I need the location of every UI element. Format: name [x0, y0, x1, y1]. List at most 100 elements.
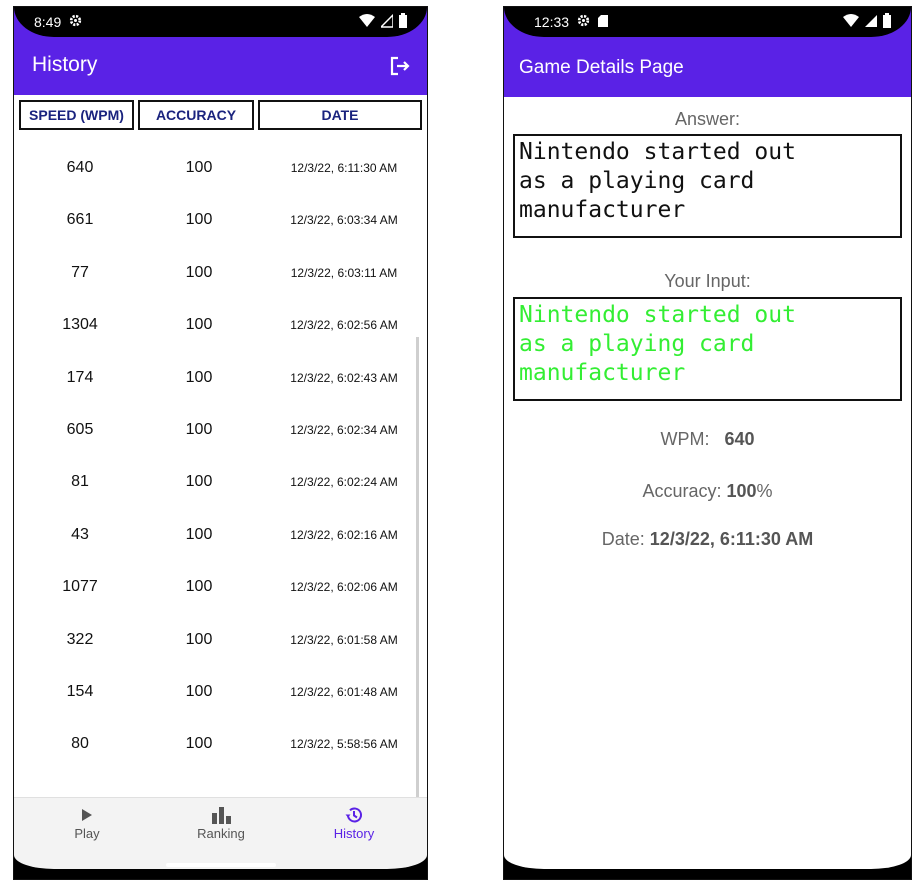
row-date: 12/3/22, 6:01:48 AM	[290, 685, 398, 699]
table-row[interactable]: 174 100 12/3/22, 6:02:43 AM	[14, 352, 427, 404]
game-details-screen: 12:33 Game Details Page Answer: Nintendo…	[503, 6, 912, 880]
date-label: Date:	[601, 529, 645, 549]
row-speed: 80	[71, 735, 89, 753]
row-date: 12/3/22, 6:03:11 AM	[290, 265, 398, 280]
table-row[interactable]: 80 100 12/3/22, 5:58:56 AM	[14, 718, 427, 770]
gesture-bar	[504, 855, 911, 879]
nav-play-label: Play	[74, 826, 100, 841]
row-speed: 81	[71, 473, 89, 491]
accuracy-value: 100	[726, 481, 757, 501]
history-list[interactable]: 640 100 12/3/22, 6:11:30 AM 661 100 12/3/22, …	[14, 132, 427, 797]
table-row[interactable]: 154 100 12/3/22, 6:01:48 AM	[14, 666, 427, 718]
nav-ranking-label: Ranking	[197, 826, 245, 841]
row-date: 12/3/22, 6:02:24 AM	[290, 475, 398, 490]
row-accuracy: 100	[185, 630, 213, 648]
gesture-bar	[14, 855, 427, 879]
column-header-accuracy[interactable]: ACCURACY	[138, 100, 254, 130]
history-icon	[345, 807, 362, 823]
table-row[interactable]: 1304 100 12/3/22, 6:02:56 AM	[14, 299, 427, 351]
row-accuracy: 100	[185, 368, 213, 386]
input-line: as a playing card	[519, 331, 755, 357]
column-header-speed[interactable]: SPEED (WPM)	[19, 100, 134, 130]
table-row[interactable]: 81 100 12/3/22, 6:02:24 AM	[14, 456, 427, 508]
table-row[interactable]: 661 100 12/3/22, 6:03:34 AM	[14, 194, 427, 246]
row-speed: 43	[71, 525, 89, 543]
row-accuracy: 100	[185, 735, 213, 753]
row-speed: 174	[66, 368, 94, 386]
row-date: 12/3/22, 6:03:34 AM	[290, 213, 398, 228]
status-bar: 12:33	[504, 7, 911, 37]
row-date: 12/3/22, 6:02:34 AM	[290, 423, 398, 437]
history-screen: 8:49 History SPEED (WPM) ACCURACY DATE 6…	[13, 6, 428, 880]
accuracy-label: Accuracy:	[642, 481, 722, 501]
row-speed: 605	[66, 421, 94, 438]
wpm-value: 640	[724, 429, 755, 449]
row-accuracy: 100	[185, 316, 213, 334]
row-accuracy: 100	[185, 263, 213, 281]
home-indicator[interactable]	[165, 863, 276, 867]
status-icons	[843, 13, 891, 28]
row-speed: 661	[66, 211, 94, 229]
date-row: Date: 12/3/22, 6:11:30 AM	[504, 529, 911, 550]
row-accuracy: 100	[185, 421, 213, 438]
row-speed: 1077	[62, 578, 98, 596]
row-accuracy: 100	[185, 159, 213, 176]
row-accuracy: 100	[185, 525, 213, 543]
nav-history[interactable]: History	[304, 804, 404, 841]
battery-icon	[399, 13, 407, 28]
scrollbar[interactable]	[416, 337, 419, 797]
status-time-group: 12:33	[534, 14, 609, 30]
row-speed: 77	[71, 263, 89, 281]
gear-icon	[69, 14, 82, 30]
column-header-date[interactable]: DATE	[258, 100, 422, 130]
wifi-icon	[359, 13, 375, 27]
row-date: 12/3/22, 6:02:16 AM	[290, 527, 398, 542]
row-accuracy: 100	[185, 211, 213, 229]
app-bar: Game Details Page	[504, 37, 911, 97]
play-icon	[82, 809, 92, 821]
page-title: Game Details Page	[519, 57, 684, 78]
row-accuracy: 100	[185, 683, 213, 700]
answer-line: as a playing card	[519, 168, 755, 194]
table-row[interactable]: 640 100 12/3/22, 6:11:30 AM	[14, 142, 427, 194]
row-speed: 1304	[62, 316, 98, 334]
row-date: 12/3/22, 6:11:30 AM	[290, 161, 398, 175]
accuracy-row: Accuracy: 100%	[504, 481, 911, 502]
row-date: 12/3/22, 6:01:58 AM	[290, 632, 398, 647]
status-time: 12:33	[534, 14, 570, 30]
nav-ranking[interactable]: Ranking	[171, 804, 271, 841]
row-speed: 640	[66, 159, 94, 176]
wpm-row: WPM: 640	[504, 429, 911, 450]
table-row[interactable]: 322 100 12/3/22, 6:01:58 AM	[14, 614, 427, 666]
app-bar: History	[14, 37, 427, 95]
answer-box: Nintendo started out as a playing card m…	[513, 134, 902, 238]
status-time: 8:49	[34, 14, 62, 30]
sd-card-icon	[598, 14, 609, 30]
nav-play[interactable]: Play	[37, 804, 137, 841]
row-speed: 154	[66, 683, 94, 700]
bottom-navigation: Play Ranking History	[14, 797, 427, 858]
signal-icon	[865, 14, 877, 27]
signal-icon	[381, 13, 393, 28]
table-row[interactable]: 1077 100 12/3/22, 6:02:06 AM	[14, 561, 427, 613]
row-date: 12/3/22, 6:02:56 AM	[290, 318, 398, 333]
row-accuracy: 100	[185, 473, 213, 491]
logout-icon[interactable]	[389, 55, 411, 82]
row-date: 12/3/22, 6:02:43 AM	[290, 370, 398, 385]
input-line: Nintendo started out	[519, 302, 796, 328]
gear-icon	[577, 14, 590, 30]
nav-history-label: History	[333, 826, 375, 841]
table-row[interactable]: 605 100 12/3/22, 6:02:34 AM	[14, 404, 427, 456]
input-label: Your Input:	[664, 271, 751, 291]
table-row[interactable]: 77 100 12/3/22, 6:03:11 AM	[14, 247, 427, 299]
row-date: 12/3/22, 5:58:56 AM	[290, 737, 398, 752]
table-row[interactable]: 43 100 12/3/22, 6:02:16 AM	[14, 509, 427, 561]
status-icons	[359, 13, 407, 28]
date-value: 12/3/22, 6:11:30 AM	[649, 529, 814, 549]
row-speed: 322	[66, 630, 94, 648]
answer-line: Nintendo started out	[519, 139, 796, 165]
wpm-label: WPM:	[660, 429, 710, 449]
input-box: Nintendo started out as a playing card m…	[513, 297, 902, 401]
home-indicator[interactable]	[652, 863, 763, 867]
accuracy-suffix: %	[756, 481, 773, 501]
